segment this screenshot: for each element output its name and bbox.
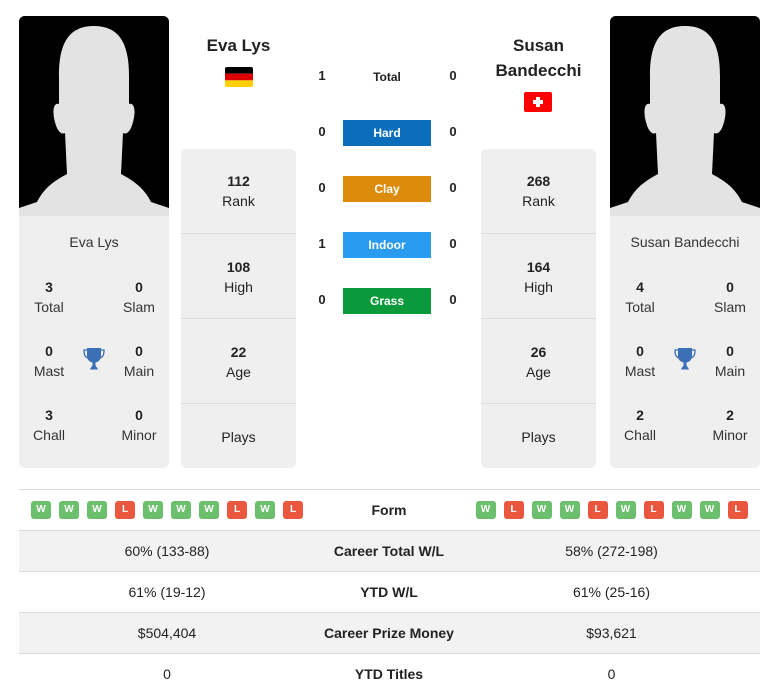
titles-chall: 3 Chall: [33, 407, 65, 443]
titles-chall: 2 Chall: [624, 407, 656, 443]
form-badge-win[interactable]: W: [59, 501, 79, 519]
switzerland-flag-icon: [524, 92, 552, 112]
form-badge-win[interactable]: W: [171, 501, 191, 519]
player2-stats-panel: 268 Rank 164 High 26 Age Plays: [481, 149, 596, 468]
h2h-p2-value: 0: [449, 124, 457, 139]
row-label: YTD W/L: [360, 584, 418, 600]
stat-high: 164 High: [481, 233, 596, 318]
surface-badge-indoor[interactable]: Indoor: [343, 232, 431, 258]
h2h-p1-value: 1: [318, 236, 326, 251]
table-row: 60% (133-88) Career Total W/L 58% (272-1…: [19, 531, 760, 572]
player2-name[interactable]: Susan Bandecchi: [480, 33, 597, 83]
form-badge-win[interactable]: W: [31, 501, 51, 519]
player2-name-line2: Bandecchi: [495, 61, 582, 80]
player2-value: 58% (272-198): [565, 543, 658, 559]
form-badge-loss[interactable]: L: [283, 501, 303, 519]
form-badge-loss[interactable]: L: [115, 501, 135, 519]
form-badge-loss[interactable]: L: [643, 501, 664, 519]
avatar-silhouette-icon: [19, 16, 169, 216]
h2h-row-hard: 0 Hard 0: [305, 120, 470, 146]
h2h-p2-value: 0: [449, 68, 457, 83]
h2h-row-indoor: 1 Indoor 0: [305, 232, 470, 258]
player1-value: 61% (19-12): [128, 584, 206, 600]
stat-plays: Plays: [181, 403, 296, 468]
row-label: Form: [371, 502, 407, 518]
row-label: Career Prize Money: [324, 625, 454, 641]
form-badge-loss[interactable]: L: [227, 501, 247, 519]
titles-main: 0 Main: [714, 343, 746, 379]
titles-minor: 2 Minor: [712, 407, 748, 443]
titles-mast: 0 Mast: [624, 343, 656, 379]
player2-value: 61% (25-16): [572, 584, 651, 600]
form-badge-win[interactable]: W: [699, 501, 720, 519]
form-badge-win[interactable]: W: [671, 501, 692, 519]
surface-badge-grass[interactable]: Grass: [343, 288, 431, 314]
player1-value: 0: [163, 666, 171, 682]
form-badge-win[interactable]: W: [531, 501, 552, 519]
stat-age: 22 Age: [181, 318, 296, 403]
stat-rank: 112 Rank: [222, 173, 255, 209]
form-badge-win[interactable]: W: [255, 501, 275, 519]
player1-titles-card: Eva Lys 3 Total 0 Slam 0 Mast 0 Main 3 Chall …: [19, 216, 169, 468]
h2h-row-grass: 0 Grass 0: [305, 288, 470, 314]
form-badge-win[interactable]: W: [199, 501, 219, 519]
stat-rank: 268 Rank: [522, 173, 555, 209]
form-badge-win[interactable]: W: [615, 501, 636, 519]
player2-form: WLWWLWLWWL: [463, 490, 760, 530]
player1-name[interactable]: Eva Lys: [180, 33, 297, 58]
h2h-p1-value: 0: [318, 180, 326, 195]
form-badge-win[interactable]: W: [559, 501, 580, 519]
player2-card-name[interactable]: Susan Bandecchi: [610, 234, 760, 250]
surface-badge-hard[interactable]: Hard: [343, 120, 431, 146]
h2h-label: Total: [373, 70, 401, 84]
table-row: 0 YTD Titles 0: [19, 654, 760, 695]
form-badge-win[interactable]: W: [143, 501, 163, 519]
player2-titles-card: Susan Bandecchi 4 Total 0 Slam 0 Mast 0 Main…: [610, 216, 760, 468]
player2-value: 0: [607, 666, 616, 682]
player1-form: WWWLWWWLWL: [19, 490, 315, 530]
titles-minor: 0 Minor: [121, 407, 157, 443]
form-badge-loss[interactable]: L: [727, 501, 748, 519]
player2-photo: [610, 16, 760, 216]
avatar-silhouette-icon: [610, 16, 760, 216]
h2h-p2-value: 0: [449, 292, 457, 307]
player1-card-name[interactable]: Eva Lys: [19, 234, 169, 250]
stat-high: 108 High: [181, 233, 296, 318]
titles-slam: 0 Slam: [714, 279, 746, 315]
germany-flag-icon: [225, 67, 253, 87]
player1-value: 60% (133-88): [124, 543, 210, 559]
form-badge-loss[interactable]: L: [587, 501, 608, 519]
player1-value: $504,404: [137, 625, 197, 641]
h2h-p1-value: 0: [318, 292, 326, 307]
surface-badge-clay[interactable]: Clay: [343, 176, 431, 202]
row-label: YTD Titles: [354, 666, 424, 682]
comparison-table: WWWLWWWLWL Form WLWWLWLWWL 60% (133-88) …: [19, 489, 760, 695]
player1-stats-panel: 112 Rank 108 High 22 Age Plays: [181, 149, 296, 468]
trophy-icon: [674, 348, 696, 370]
h2h-p2-value: 0: [449, 180, 457, 195]
form-badge-loss[interactable]: L: [503, 501, 524, 519]
table-row: 61% (19-12) YTD W/L 61% (25-16): [19, 572, 760, 613]
table-row: $504,404 Career Prize Money $93,621: [19, 613, 760, 654]
row-label: Career Total W/L: [333, 543, 445, 559]
stat-age: 26 Age: [481, 318, 596, 403]
player2-name-line1: Susan: [512, 36, 565, 55]
h2h-p1-value: 1: [318, 68, 326, 83]
player1-photo: [19, 16, 169, 216]
titles-total: 3 Total: [34, 279, 64, 315]
form-badge-win[interactable]: W: [475, 501, 496, 519]
titles-mast: 0 Mast: [33, 343, 65, 379]
form-row: WWWLWWWLWL Form WLWWLWLWWL: [19, 490, 760, 531]
h2h-row-total: 1 Total 0: [305, 64, 470, 90]
h2h-p1-value: 0: [318, 124, 326, 139]
titles-main: 0 Main: [123, 343, 155, 379]
stat-plays: Plays: [481, 403, 596, 468]
titles-total: 4 Total: [625, 279, 655, 315]
trophy-icon: [83, 348, 105, 370]
player2-value: $93,621: [586, 625, 637, 641]
h2h-row-clay: 0 Clay 0: [305, 176, 470, 202]
form-badge-win[interactable]: W: [87, 501, 107, 519]
titles-slam: 0 Slam: [123, 279, 155, 315]
h2h-p2-value: 0: [449, 236, 457, 251]
